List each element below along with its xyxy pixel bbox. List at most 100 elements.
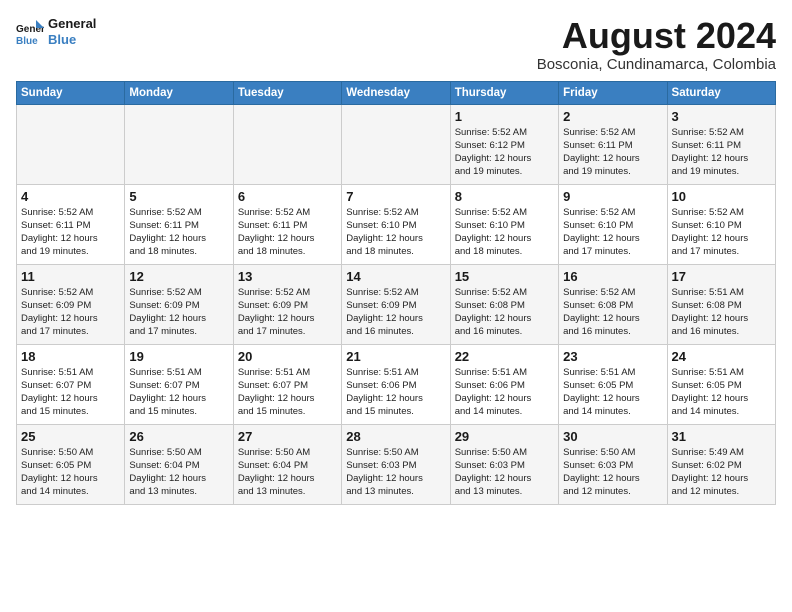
day-number: 25: [21, 429, 120, 444]
day-number: 11: [21, 269, 120, 284]
day-info: Sunrise: 5:51 AM Sunset: 6:05 PM Dayligh…: [563, 366, 662, 419]
day-info: Sunrise: 5:52 AM Sunset: 6:11 PM Dayligh…: [672, 126, 771, 179]
day-number: 17: [672, 269, 771, 284]
day-info: Sunrise: 5:51 AM Sunset: 6:08 PM Dayligh…: [672, 286, 771, 339]
day-info: Sunrise: 5:49 AM Sunset: 6:02 PM Dayligh…: [672, 446, 771, 499]
calendar-cell: [17, 104, 125, 184]
col-header-wednesday: Wednesday: [342, 81, 450, 104]
day-number: 14: [346, 269, 445, 284]
day-number: 24: [672, 349, 771, 364]
calendar-cell: 1Sunrise: 5:52 AM Sunset: 6:12 PM Daylig…: [450, 104, 558, 184]
calendar-cell: [342, 104, 450, 184]
day-info: Sunrise: 5:52 AM Sunset: 6:09 PM Dayligh…: [238, 286, 337, 339]
day-number: 9: [563, 189, 662, 204]
col-header-sunday: Sunday: [17, 81, 125, 104]
day-number: 26: [129, 429, 228, 444]
day-number: 30: [563, 429, 662, 444]
calendar-cell: 28 Sunrise: 5:50 AM Sunset: 6:03 PM Dayli…: [342, 424, 450, 504]
calendar-cell: 15 Sunrise: 5:52 AM Sunset: 6:08 PM Dayli…: [450, 264, 558, 344]
day-number: 27: [238, 429, 337, 444]
calendar-cell: 17 Sunrise: 5:51 AM Sunset: 6:08 PM Dayli…: [667, 264, 775, 344]
day-info: Sunrise: 5:52 AM Sunset: 6:11 PM Dayligh…: [238, 206, 337, 259]
calendar-cell: 6 Sunrise: 5:52 AM Sunset: 6:11 PM Daylig…: [233, 184, 341, 264]
calendar-week-row: 25Sunrise: 5:50 AM Sunset: 6:05 PM Dayli…: [17, 424, 776, 504]
day-info: Sunrise: 5:52 AM Sunset: 6:10 PM Dayligh…: [455, 206, 554, 259]
day-number: 2: [563, 109, 662, 124]
calendar-cell: 29 Sunrise: 5:50 AM Sunset: 6:03 PM Dayli…: [450, 424, 558, 504]
logo: General Blue General Blue: [16, 16, 96, 47]
calendar-cell: 21Sunrise: 5:51 AM Sunset: 6:06 PM Dayli…: [342, 344, 450, 424]
calendar-header-row: SundayMondayTuesdayWednesdayThursdayFrid…: [17, 81, 776, 104]
calendar-cell: 11 Sunrise: 5:52 AM Sunset: 6:09 PM Dayli…: [17, 264, 125, 344]
col-header-monday: Monday: [125, 81, 233, 104]
day-number: 28: [346, 429, 445, 444]
day-info: Sunrise: 5:51 AM Sunset: 6:06 PM Dayligh…: [346, 366, 445, 419]
day-number: 31: [672, 429, 771, 444]
calendar-cell: 14 Sunrise: 5:52 AM Sunset: 6:09 PM Dayli…: [342, 264, 450, 344]
day-number: 15: [455, 269, 554, 284]
col-header-saturday: Saturday: [667, 81, 775, 104]
day-number: 5: [129, 189, 228, 204]
day-info: Sunrise: 5:50 AM Sunset: 6:03 PM Dayligh…: [455, 446, 554, 499]
day-info: Sunrise: 5:51 AM Sunset: 6:07 PM Dayligh…: [21, 366, 120, 419]
day-info: Sunrise: 5:52 AM Sunset: 6:11 PM Dayligh…: [129, 206, 228, 259]
calendar-cell: 2Sunrise: 5:52 AM Sunset: 6:11 PM Daylig…: [559, 104, 667, 184]
calendar-cell: 31 Sunrise: 5:49 AM Sunset: 6:02 PM Dayli…: [667, 424, 775, 504]
calendar-cell: 23Sunrise: 5:51 AM Sunset: 6:05 PM Dayli…: [559, 344, 667, 424]
day-info: Sunrise: 5:52 AM Sunset: 6:11 PM Dayligh…: [21, 206, 120, 259]
day-info: Sunrise: 5:52 AM Sunset: 6:10 PM Dayligh…: [346, 206, 445, 259]
calendar-cell: [125, 104, 233, 184]
day-number: 20: [238, 349, 337, 364]
day-info: Sunrise: 5:50 AM Sunset: 6:04 PM Dayligh…: [129, 446, 228, 499]
day-number: 29: [455, 429, 554, 444]
calendar-cell: [233, 104, 341, 184]
day-info: Sunrise: 5:52 AM Sunset: 6:10 PM Dayligh…: [563, 206, 662, 259]
day-info: Sunrise: 5:52 AM Sunset: 6:12 PM Dayligh…: [455, 126, 554, 179]
day-number: 4: [21, 189, 120, 204]
calendar-cell: 27 Sunrise: 5:50 AM Sunset: 6:04 PM Dayli…: [233, 424, 341, 504]
day-number: 22: [455, 349, 554, 364]
day-info: Sunrise: 5:52 AM Sunset: 6:08 PM Dayligh…: [455, 286, 554, 339]
location-subtitle: Bosconia, Cundinamarca, Colombia: [537, 56, 776, 73]
day-number: 13: [238, 269, 337, 284]
day-info: Sunrise: 5:52 AM Sunset: 6:09 PM Dayligh…: [129, 286, 228, 339]
logo-text-blue: Blue: [48, 32, 76, 47]
day-info: Sunrise: 5:52 AM Sunset: 6:09 PM Dayligh…: [346, 286, 445, 339]
calendar-cell: 16 Sunrise: 5:52 AM Sunset: 6:08 PM Dayli…: [559, 264, 667, 344]
day-info: Sunrise: 5:51 AM Sunset: 6:05 PM Dayligh…: [672, 366, 771, 419]
day-info: Sunrise: 5:52 AM Sunset: 6:10 PM Dayligh…: [672, 206, 771, 259]
calendar-week-row: 4 Sunrise: 5:52 AM Sunset: 6:11 PM Daylig…: [17, 184, 776, 264]
day-info: Sunrise: 5:51 AM Sunset: 6:07 PM Dayligh…: [129, 366, 228, 419]
logo-icon: General Blue: [16, 18, 44, 46]
calendar-cell: 18 Sunrise: 5:51 AM Sunset: 6:07 PM Dayli…: [17, 344, 125, 424]
calendar-cell: 13 Sunrise: 5:52 AM Sunset: 6:09 PM Dayli…: [233, 264, 341, 344]
day-number: 10: [672, 189, 771, 204]
title-area: August 2024 Bosconia, Cundinamarca, Colo…: [537, 16, 776, 73]
calendar-cell: 4 Sunrise: 5:52 AM Sunset: 6:11 PM Daylig…: [17, 184, 125, 264]
col-header-friday: Friday: [559, 81, 667, 104]
day-number: 18: [21, 349, 120, 364]
page-header: General Blue General Blue August 2024 Bo…: [16, 16, 776, 73]
day-info: Sunrise: 5:52 AM Sunset: 6:08 PM Dayligh…: [563, 286, 662, 339]
calendar-table: SundayMondayTuesdayWednesdayThursdayFrid…: [16, 81, 776, 505]
day-info: Sunrise: 5:50 AM Sunset: 6:03 PM Dayligh…: [563, 446, 662, 499]
day-number: 6: [238, 189, 337, 204]
day-number: 8: [455, 189, 554, 204]
calendar-cell: 20Sunrise: 5:51 AM Sunset: 6:07 PM Dayli…: [233, 344, 341, 424]
calendar-cell: 7 Sunrise: 5:52 AM Sunset: 6:10 PM Daylig…: [342, 184, 450, 264]
calendar-cell: 19 Sunrise: 5:51 AM Sunset: 6:07 PM Dayli…: [125, 344, 233, 424]
calendar-cell: 22Sunrise: 5:51 AM Sunset: 6:06 PM Dayli…: [450, 344, 558, 424]
calendar-week-row: 18 Sunrise: 5:51 AM Sunset: 6:07 PM Dayli…: [17, 344, 776, 424]
day-number: 7: [346, 189, 445, 204]
logo-text-general: General: [48, 16, 96, 31]
calendar-cell: 9 Sunrise: 5:52 AM Sunset: 6:10 PM Daylig…: [559, 184, 667, 264]
calendar-cell: 30 Sunrise: 5:50 AM Sunset: 6:03 PM Dayli…: [559, 424, 667, 504]
day-info: Sunrise: 5:52 AM Sunset: 6:09 PM Dayligh…: [21, 286, 120, 339]
day-info: Sunrise: 5:50 AM Sunset: 6:04 PM Dayligh…: [238, 446, 337, 499]
day-info: Sunrise: 5:50 AM Sunset: 6:03 PM Dayligh…: [346, 446, 445, 499]
calendar-cell: 12Sunrise: 5:52 AM Sunset: 6:09 PM Dayli…: [125, 264, 233, 344]
day-number: 16: [563, 269, 662, 284]
calendar-week-row: 11 Sunrise: 5:52 AM Sunset: 6:09 PM Dayli…: [17, 264, 776, 344]
calendar-cell: 25Sunrise: 5:50 AM Sunset: 6:05 PM Dayli…: [17, 424, 125, 504]
day-number: 19: [129, 349, 228, 364]
